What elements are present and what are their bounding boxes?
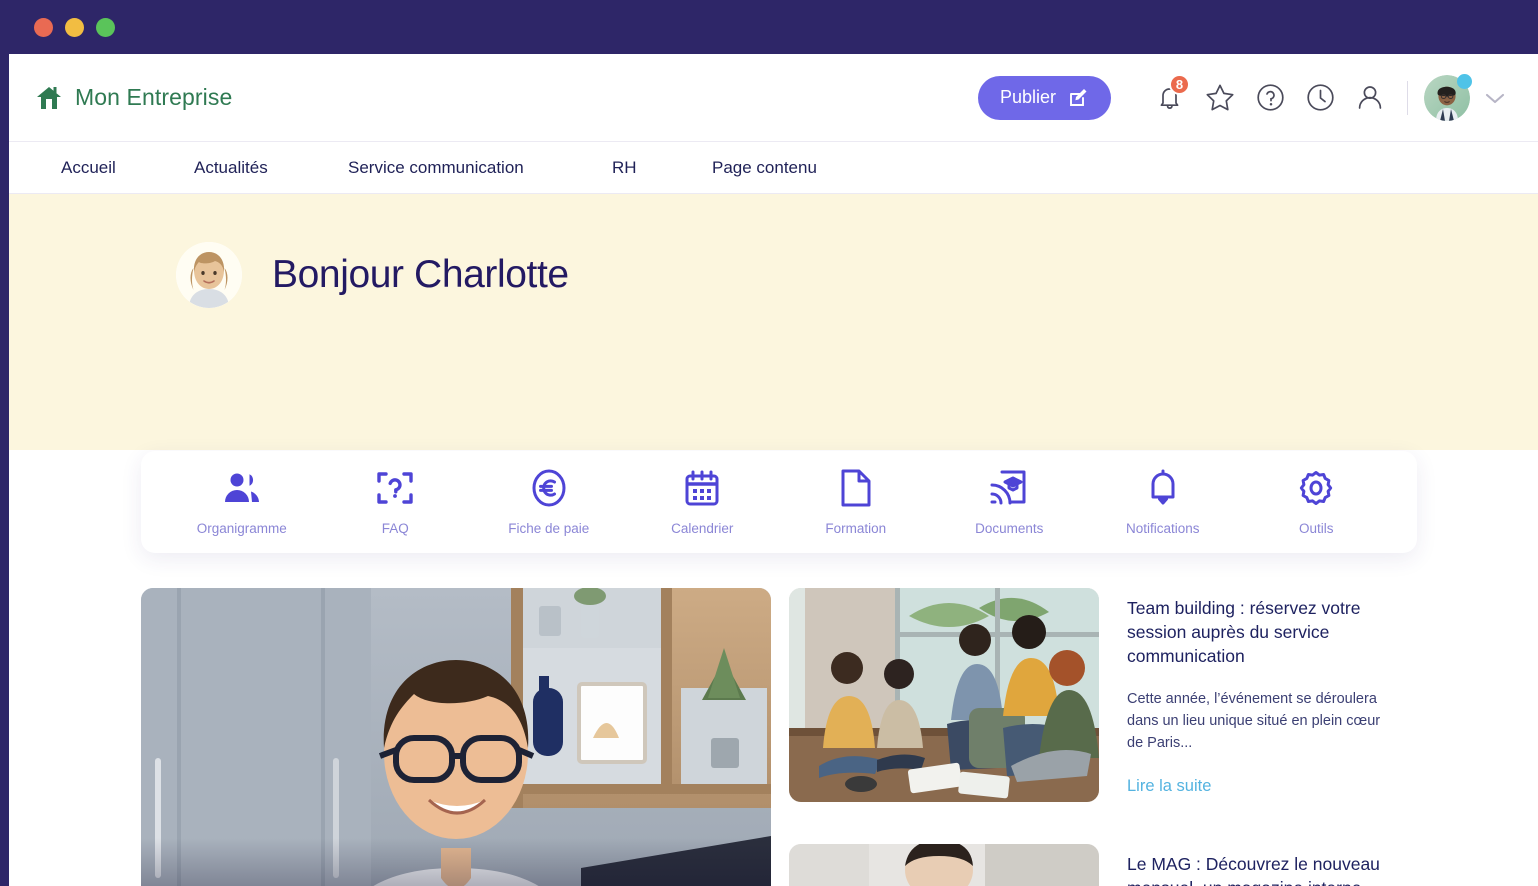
nav-item-service-communication[interactable]: Service communication (348, 158, 524, 178)
calendar-icon (684, 468, 720, 508)
hero-banner: Bonjour Charlotte 16Nouveaux clients du … (9, 194, 1538, 518)
read-more-link[interactable]: Lire la suite (1127, 777, 1211, 796)
news-column: Team building : réservez votre session a… (789, 588, 1408, 886)
quick-access-label: Organigramme (196, 521, 287, 536)
publish-label: Publier (999, 87, 1056, 107)
quick-access-label: Formation (825, 521, 887, 536)
news-title: Team building : réservez votre session a… (1127, 598, 1361, 667)
news-text: Team building : réservez votre session a… (1127, 588, 1383, 802)
quick-access-label: Calendrier (671, 521, 734, 536)
quick-access-formation[interactable]: Formation (779, 468, 933, 536)
window-titlebar (0, 0, 1538, 54)
notification-badge: 8 (1169, 73, 1190, 95)
quick-access-outils[interactable]: Outils (1240, 468, 1394, 536)
online-status-dot (1457, 73, 1472, 89)
publish-button[interactable]: Publier (977, 75, 1111, 120)
user-avatar-large (176, 242, 242, 308)
page-content: Mon Entreprise Publier 8 Accueil Actuali… (9, 54, 1538, 886)
quick-access-label: Outils (1298, 521, 1334, 536)
quick-access-faq[interactable]: FAQ (319, 468, 473, 536)
nav-item-rh[interactable]: RH (612, 158, 637, 178)
news-image-magazine: ATTITUDE (789, 844, 1099, 886)
gear-icon (1297, 468, 1335, 508)
favorites-button[interactable] (1195, 73, 1245, 123)
news-thumbnail[interactable] (789, 588, 1099, 802)
home-icon (35, 85, 63, 111)
news-description: Cette année, l’événement se déroulera da… (1127, 691, 1381, 752)
quick-access-label: Fiche de paie (508, 521, 590, 536)
featured-gradient-overlay (141, 838, 771, 886)
window-zoom-button[interactable] (96, 17, 115, 37)
euro-circle-icon (529, 468, 569, 508)
quick-access-bar: Organigramme FAQ Fiche de paie Calendrie… (141, 451, 1417, 553)
window-minimize-button[interactable] (65, 17, 84, 37)
quick-access-documents[interactable]: Documents (933, 468, 1087, 536)
document-page-icon (840, 468, 872, 508)
nav-item-accueil[interactable]: Accueil (61, 158, 116, 178)
quick-access-fiche-de-paie[interactable]: Fiche de paie (472, 468, 626, 536)
question-scan-icon (376, 468, 414, 508)
edit-square-icon (1067, 87, 1089, 109)
header-divider (1407, 80, 1408, 115)
bell-icon (1147, 468, 1179, 508)
nav-item-page-contenu[interactable]: Page contenu (712, 158, 817, 178)
header-actions: Publier 8 (977, 73, 1506, 123)
graduation-broadcast-icon (989, 468, 1029, 508)
nav-item-actualités[interactable]: Actualités (194, 158, 268, 178)
greeting-text: Bonjour Charlotte (272, 253, 569, 296)
profile-avatar[interactable] (1424, 73, 1472, 121)
news-item: Team building : réservez votre session a… (789, 588, 1408, 802)
help-button[interactable] (1245, 73, 1295, 123)
quick-access-notifications[interactable]: Notifications (1086, 468, 1240, 536)
site-header: Mon Entreprise Publier 8 (9, 54, 1538, 142)
brand-name: Mon Entreprise (75, 84, 233, 110)
notifications-button[interactable]: 8 (1145, 73, 1195, 123)
window-close-button[interactable] (34, 17, 53, 37)
quick-access-label: Notifications (1125, 521, 1200, 536)
news-image-teambuilding (789, 588, 1099, 802)
main-navigation: Accueil Actualités Service communication RH… (9, 142, 1538, 194)
news-item: ATTITUDE Le MAG : Découvrez le nouveau m… (789, 844, 1408, 886)
history-button[interactable] (1295, 73, 1345, 123)
app-window: Mon Entreprise Publier 8 Accueil Actuali… (0, 0, 1538, 886)
quick-access-calendrier[interactable]: Calendrier (626, 468, 780, 536)
quick-access-organigramme[interactable]: Organigramme (165, 468, 319, 536)
quick-access-label: FAQ (381, 521, 409, 536)
featured-article-card[interactable]: Communication interne : 10 astuces (141, 588, 771, 886)
brand-logo[interactable]: Mon Entreprise (35, 84, 232, 111)
quick-access-label: Documents (975, 521, 1044, 536)
news-text: Le MAG : Découvrez le nouveau mensuel, u… (1127, 844, 1383, 886)
news-title: Le MAG : Découvrez le nouveau mensuel, u… (1127, 854, 1380, 886)
people-group-icon (222, 468, 262, 508)
user-account-button[interactable] (1345, 73, 1395, 123)
chevron-down-icon[interactable] (1484, 91, 1506, 105)
news-thumbnail[interactable]: ATTITUDE (789, 844, 1099, 886)
